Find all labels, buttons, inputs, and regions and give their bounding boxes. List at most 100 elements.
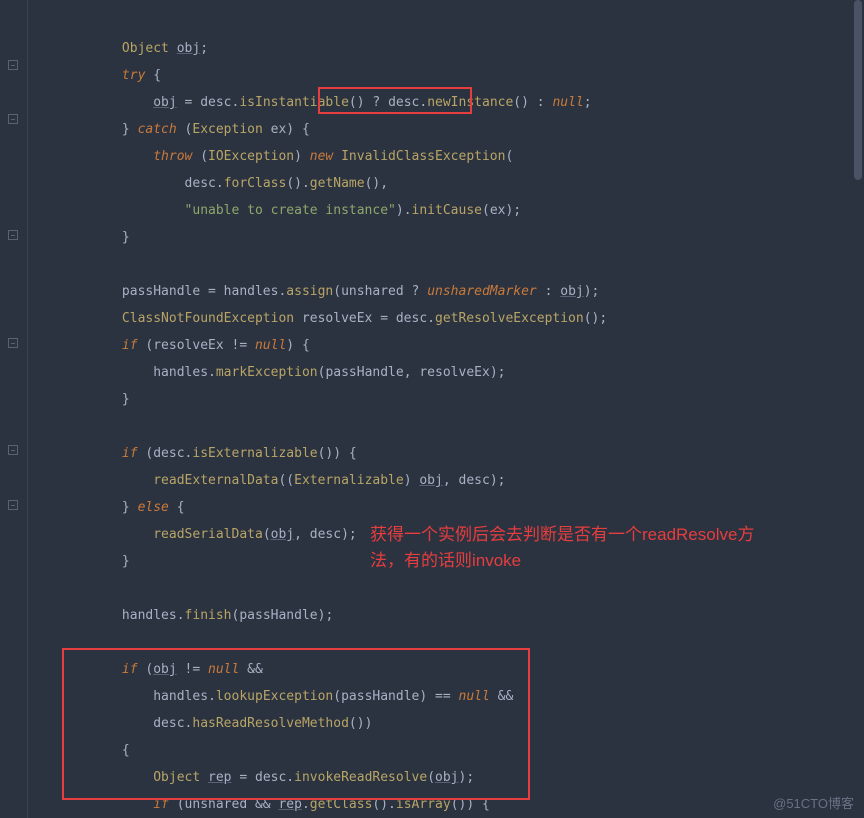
code-line bbox=[28, 8, 864, 35]
token-pun: } bbox=[122, 554, 130, 569]
token-pun: ); bbox=[459, 770, 475, 785]
token-op: (resolveEx != bbox=[138, 338, 255, 353]
token-mth: readExternalData bbox=[153, 473, 278, 488]
token-kw: unsharedMarker bbox=[427, 284, 537, 299]
code-line: obj = desc.isInstantiable() ? desc.newIn… bbox=[28, 89, 864, 116]
token-pun: { bbox=[302, 338, 310, 353]
fold-toggle-icon[interactable] bbox=[8, 230, 18, 240]
token-mth: assign bbox=[286, 284, 333, 299]
token-pun: () bbox=[349, 95, 365, 110]
token-pun: ()) { bbox=[451, 797, 490, 812]
code-line: if (desc.isExternalizable()) { bbox=[28, 440, 864, 467]
code-line: } bbox=[28, 386, 864, 413]
code-line bbox=[28, 413, 864, 440]
token-typ: Object bbox=[153, 770, 200, 785]
token-var: obj bbox=[419, 473, 442, 488]
token-op: (unshared && bbox=[169, 797, 279, 812]
token-op bbox=[200, 770, 208, 785]
token-pun: } bbox=[122, 500, 130, 515]
code-line: readSerialData(obj, desc); bbox=[28, 521, 864, 548]
token-pun: ); bbox=[584, 284, 600, 299]
token-op bbox=[333, 149, 341, 164]
token-pun: ); bbox=[490, 365, 506, 380]
scrollbar-thumb[interactable] bbox=[854, 0, 862, 180]
code-line: } else { bbox=[28, 494, 864, 521]
token-op: desc. bbox=[153, 716, 192, 731]
token-op: : bbox=[529, 95, 552, 110]
token-op: != bbox=[177, 662, 208, 677]
token-kw: if bbox=[122, 446, 138, 461]
token-var: obj bbox=[435, 770, 458, 785]
token-pun: } bbox=[122, 122, 130, 137]
token-mth: finish bbox=[185, 608, 232, 623]
token-mth: getName bbox=[310, 176, 365, 191]
code-line: Object rep = desc.invokeReadResolve(obj)… bbox=[28, 764, 864, 791]
token-op: ( bbox=[138, 662, 154, 677]
token-op bbox=[169, 41, 177, 56]
token-pun: ); bbox=[505, 203, 521, 218]
token-op bbox=[130, 500, 138, 515]
token-op: ) bbox=[286, 338, 302, 353]
token-op: : bbox=[537, 284, 560, 299]
token-pun: ( bbox=[333, 689, 341, 704]
fold-toggle-icon[interactable] bbox=[8, 338, 18, 348]
code-line: ClassNotFoundException resolveEx = desc.… bbox=[28, 305, 864, 332]
code-line: passHandle = handles.assign(unshared ? u… bbox=[28, 278, 864, 305]
token-kw: null bbox=[255, 338, 286, 353]
fold-toggle-icon[interactable] bbox=[8, 114, 18, 124]
code-line: try { bbox=[28, 62, 864, 89]
token-op: && bbox=[490, 689, 513, 704]
token-kw: catch bbox=[138, 122, 177, 137]
token-mth: isArray bbox=[396, 797, 451, 812]
token-typ: Externalizable bbox=[294, 473, 404, 488]
token-pun: ()) { bbox=[318, 446, 357, 461]
token-pun: (); bbox=[584, 311, 607, 326]
token-op: . bbox=[302, 797, 310, 812]
token-kw: if bbox=[122, 338, 138, 353]
token-pun: ); bbox=[341, 527, 357, 542]
token-mth: getResolveException bbox=[435, 311, 584, 326]
token-mth: hasReadResolveMethod bbox=[192, 716, 349, 731]
token-kw: null bbox=[552, 95, 583, 110]
token-pun: ) bbox=[404, 473, 420, 488]
token-pun: ; bbox=[200, 41, 208, 56]
token-op: && bbox=[239, 662, 262, 677]
token-pun: } bbox=[122, 392, 130, 407]
token-pun: () bbox=[513, 95, 529, 110]
token-pun: ( bbox=[427, 770, 435, 785]
token-op: = desc. bbox=[232, 770, 295, 785]
fold-toggle-icon[interactable] bbox=[8, 445, 18, 455]
token-op: ) bbox=[294, 149, 310, 164]
token-pun: (), bbox=[365, 176, 388, 191]
token-pun: { bbox=[177, 500, 185, 515]
fold-toggle-icon[interactable] bbox=[8, 60, 18, 70]
editor-gutter bbox=[0, 0, 28, 818]
token-typ: InvalidClassException bbox=[341, 149, 505, 164]
token-op: ex bbox=[490, 203, 506, 218]
code-line bbox=[28, 629, 864, 656]
token-op: resolveEx = desc. bbox=[294, 311, 435, 326]
code-line bbox=[28, 575, 864, 602]
token-kw: throw bbox=[153, 149, 192, 164]
token-pun: { bbox=[122, 743, 130, 758]
code-line: throw (IOException) new InvalidClassExce… bbox=[28, 143, 864, 170]
token-op: handles. bbox=[153, 689, 216, 704]
token-pun: ()) bbox=[349, 716, 372, 731]
token-op: desc. bbox=[388, 95, 427, 110]
token-mth: lookupException bbox=[216, 689, 333, 704]
token-typ: Exception bbox=[192, 122, 262, 137]
code-line: } bbox=[28, 224, 864, 251]
token-pun: ( bbox=[263, 527, 271, 542]
token-op: , desc bbox=[294, 527, 341, 542]
token-op: , desc bbox=[443, 473, 490, 488]
token-typ: Object bbox=[122, 41, 169, 56]
token-typ: IOException bbox=[208, 149, 294, 164]
token-op bbox=[130, 122, 138, 137]
code-line bbox=[28, 251, 864, 278]
fold-toggle-icon[interactable] bbox=[8, 500, 18, 510]
code-line: Object obj; bbox=[28, 35, 864, 62]
code-area[interactable]: Object obj; try { obj = desc.isInstantia… bbox=[28, 0, 864, 818]
token-mth: markException bbox=[216, 365, 318, 380]
token-op: unshared ? bbox=[341, 284, 427, 299]
token-op: ? bbox=[365, 95, 388, 110]
